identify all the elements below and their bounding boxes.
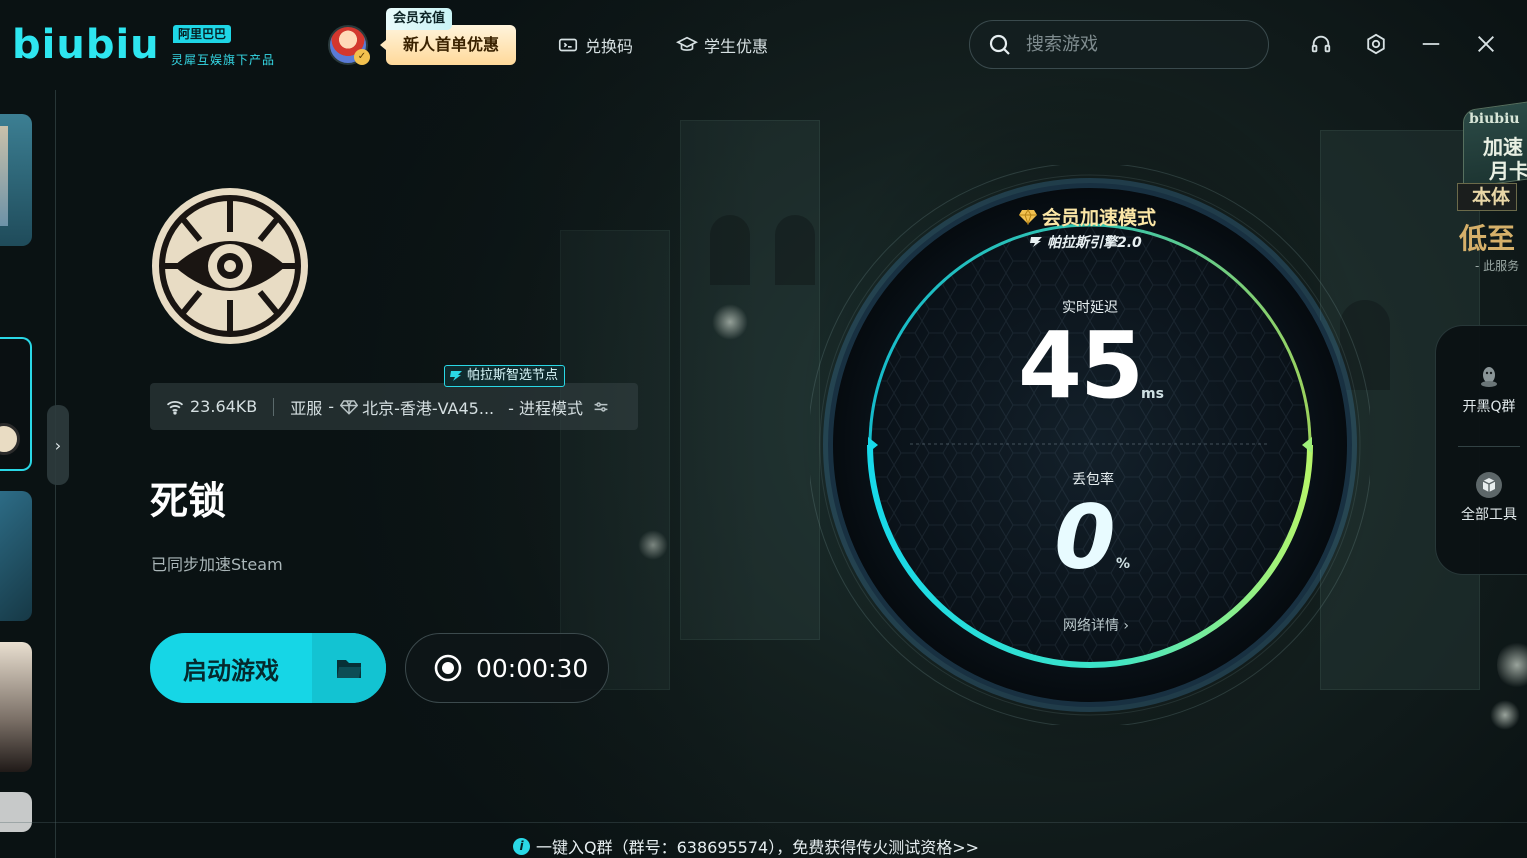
latency-unit: ms xyxy=(1141,386,1164,402)
banner-brand: biubiu xyxy=(1469,111,1520,127)
alibaba-badge: 阿里巴巴 xyxy=(173,25,232,43)
open-folder-button[interactable] xyxy=(312,633,386,703)
bg-lamp xyxy=(1490,700,1520,730)
new-user-promo-button[interactable]: 新人首单优惠 xyxy=(386,25,516,65)
panel-divider xyxy=(1458,446,1520,447)
minimize-icon xyxy=(1422,43,1440,45)
node-info-bar[interactable]: 23.64KB 亚服 - 北京-香港-VA45... - 进程模式 xyxy=(150,383,638,430)
vip-badge-icon: ✓ xyxy=(354,49,370,65)
ticket-icon xyxy=(558,38,578,52)
sidebar-game-thumb[interactable] xyxy=(0,114,32,246)
banner-text-2: 月卡 xyxy=(1489,159,1527,183)
engine-version: 帕拉斯引擎2.0 xyxy=(1029,232,1142,252)
graduation-cap-icon xyxy=(676,36,698,51)
minimize-button[interactable] xyxy=(1418,31,1444,57)
close-button[interactable] xyxy=(1473,31,1499,57)
traffic-segment: 23.64KB xyxy=(166,397,257,416)
toolbox-icon xyxy=(1476,472,1502,498)
engine-label: 帕拉斯引擎2.0 xyxy=(1047,235,1142,251)
search-icon xyxy=(989,34,1010,55)
settings-button[interactable] xyxy=(1363,31,1389,57)
accel-mode: - 进程模式 xyxy=(508,398,583,418)
smart-node-tag: 帕拉斯智选节点 xyxy=(444,365,566,387)
join-qq-group-button[interactable]: 开黑Q群 xyxy=(1436,364,1527,416)
node-name: 北京-香港-VA45... xyxy=(362,398,495,418)
flag-icon xyxy=(450,371,462,381)
sidebar-expand-button[interactable]: › xyxy=(47,405,69,485)
sidebar-game-thumb-active[interactable] xyxy=(0,337,32,471)
wifi-icon xyxy=(166,400,184,415)
sidebar-game-thumb[interactable] xyxy=(0,491,32,621)
elapsed-time: 00:00:30 xyxy=(476,653,589,683)
bg-window xyxy=(775,215,815,285)
gold-diamond-icon xyxy=(1019,208,1037,225)
folder-icon xyxy=(337,660,361,678)
student-discount-label: 学生优惠 xyxy=(704,37,769,56)
steam-sync-status: 已同步加速Steam xyxy=(151,555,283,574)
settings-icon xyxy=(1367,33,1385,55)
banner-text-3: 本体 xyxy=(1457,183,1518,211)
redeem-code-link[interactable]: 兑换码 xyxy=(557,33,633,57)
vip-recharge-tag: 会员充值 xyxy=(386,8,453,30)
all-tools-label: 全部工具 xyxy=(1461,507,1517,523)
join-qq-group-label: 开黑Q群 xyxy=(1462,399,1516,415)
sidebar-game-thumb[interactable] xyxy=(0,642,32,772)
banner-text-4: 低至 xyxy=(1459,222,1516,255)
title-bar: biubiu 阿里巴巴 灵犀互娱旗下产品 ✓ 新人首单优惠 会员充值 兑换码 学… xyxy=(0,0,1527,90)
headset-icon xyxy=(1311,35,1331,53)
game-title: 死锁 xyxy=(150,479,227,523)
bg-lamp xyxy=(1497,640,1527,690)
acceleration-timer[interactable]: 00:00:30 xyxy=(405,633,609,703)
packet-loss-unit: % xyxy=(1116,556,1131,572)
search-input[interactable] xyxy=(1026,34,1246,55)
diamond-icon xyxy=(340,399,359,415)
smart-node-label: 帕拉斯智选节点 xyxy=(467,368,559,383)
app-logo: biubiu xyxy=(12,22,160,68)
traffic-value: 23.64KB xyxy=(190,397,258,416)
latency-value: 45 xyxy=(1017,312,1144,419)
close-icon xyxy=(1478,36,1494,52)
network-details-link[interactable]: 网络详情 › xyxy=(1046,615,1146,635)
penguin-icon xyxy=(1476,364,1502,390)
vip-mode-label: 会员加速模式 xyxy=(1042,207,1157,229)
deadlock-game-logo xyxy=(152,188,308,344)
brand-subtitle: 灵犀互娱旗下产品 xyxy=(171,53,276,67)
region-separator: - xyxy=(328,397,335,416)
adjust-icon xyxy=(594,401,608,412)
redeem-code-label: 兑换码 xyxy=(585,37,634,56)
qq-group-notice-text: 一键入Q群（群号：638695574），免费获得传火测试资格>> xyxy=(536,838,980,857)
vip-mode-title: 会员加速模式 xyxy=(1018,203,1156,230)
flag-icon xyxy=(1030,237,1042,247)
launch-game-button[interactable]: 启动游戏 xyxy=(150,633,386,703)
all-tools-button[interactable]: 全部工具 xyxy=(1436,472,1527,524)
customer-service-button[interactable] xyxy=(1308,31,1334,57)
promo-banner[interactable]: biubiu 加速 月卡 本体 低至 - 此服务 xyxy=(1455,99,1527,275)
record-icon xyxy=(434,654,462,682)
info-icon: i xyxy=(513,837,530,855)
search-box[interactable] xyxy=(969,20,1269,69)
quick-tools-panel: 开黑Q群 全部工具 xyxy=(1435,325,1527,575)
server-region: 亚服 xyxy=(290,398,323,418)
qq-group-notice[interactable]: i 一键入Q群（群号：638695574），免费获得传火测试资格>> xyxy=(513,834,979,858)
chevron-right-icon: › xyxy=(54,435,62,455)
node-bar-divider xyxy=(273,397,275,416)
student-discount-link[interactable]: 学生优惠 xyxy=(676,33,768,57)
launch-game-label: 启动游戏 xyxy=(183,656,279,685)
banner-text-5: - 此服务 xyxy=(1475,259,1520,273)
